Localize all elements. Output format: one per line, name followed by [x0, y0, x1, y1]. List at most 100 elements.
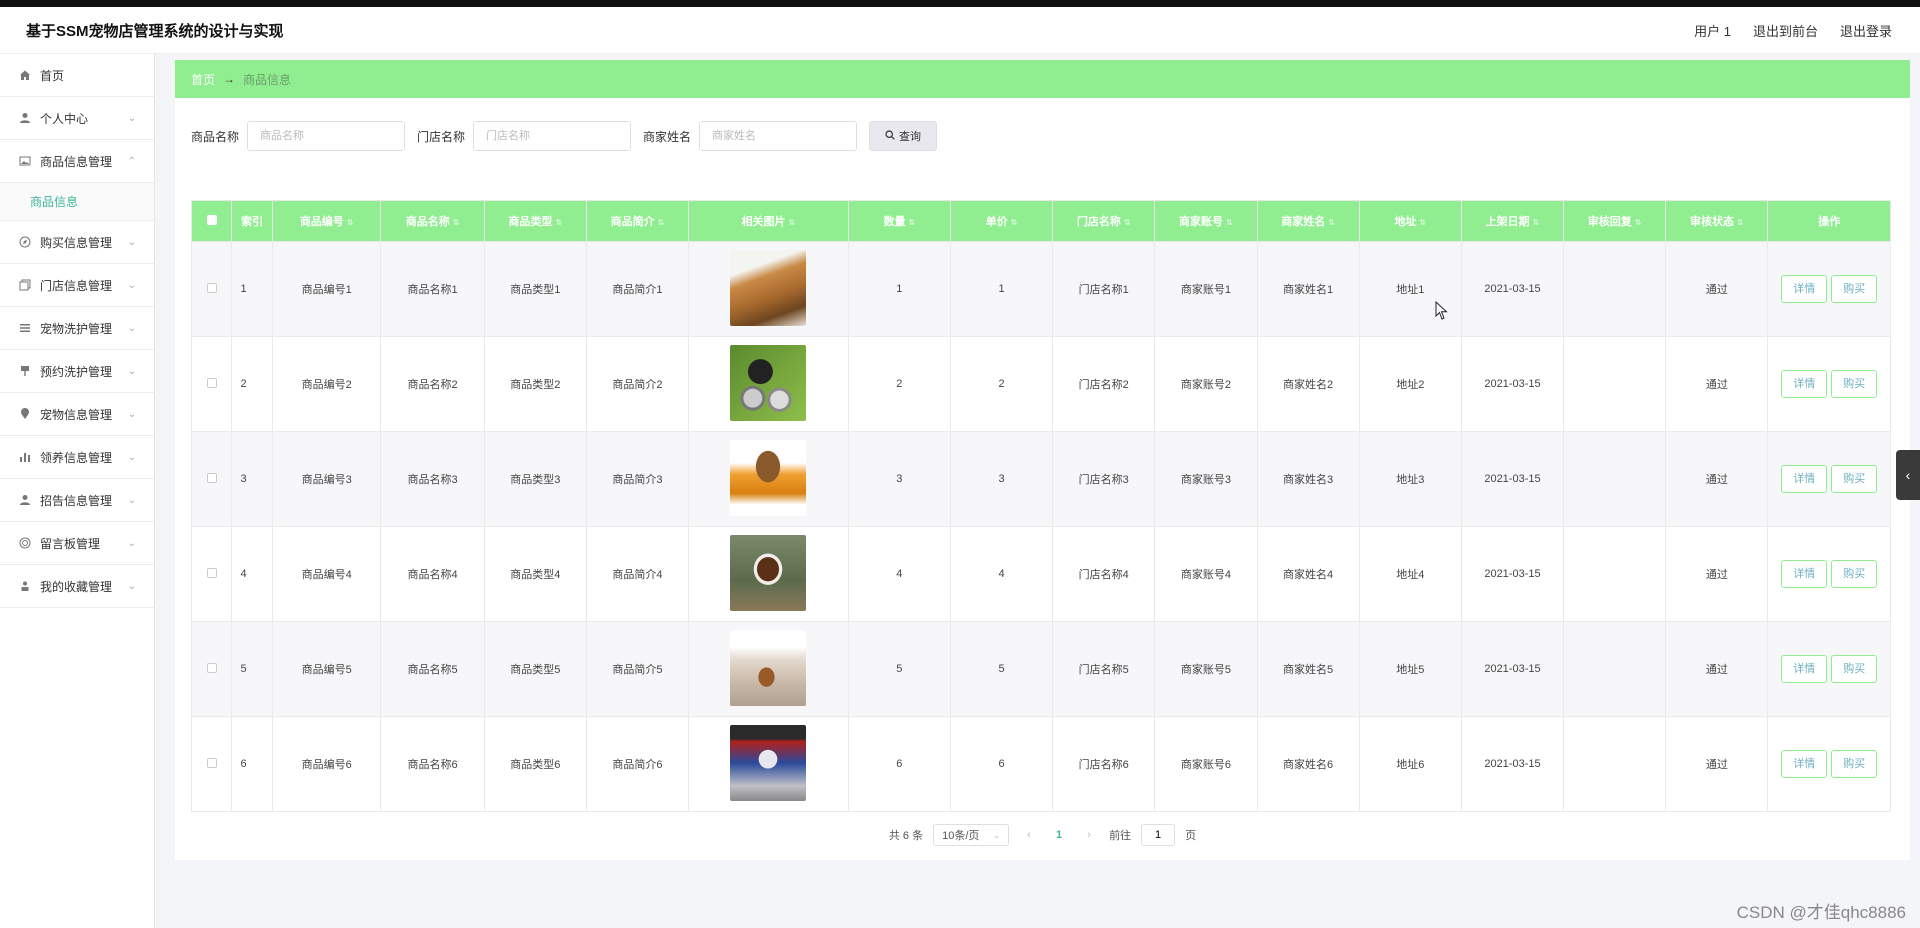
cell-name: 商品名称3: [380, 431, 485, 527]
back-to-front-link[interactable]: 退出到前台: [1753, 21, 1818, 40]
sidebar-item-purchase-management[interactable]: 购买信息管理 ⌄: [0, 221, 154, 264]
collapse-panel-button[interactable]: ‹: [1896, 450, 1920, 500]
sidebar-item-message-board[interactable]: 留言板管理 ⌄: [0, 522, 154, 565]
detail-button[interactable]: 详情: [1781, 275, 1828, 303]
column-header[interactable]: 商品类型 ⇅: [483, 200, 587, 242]
sidebar-item-notice[interactable]: 招告信息管理 ⌄: [0, 479, 154, 522]
cell-qty: 6: [847, 716, 951, 812]
cell-account: 商家账号4: [1154, 526, 1258, 622]
select-all-checkbox[interactable]: [206, 214, 217, 225]
sidebar-item-label: 首页: [40, 68, 65, 83]
sidebar-item-pet-info[interactable]: 宠物信息管理 ⌄: [0, 393, 154, 436]
merchant-name-input[interactable]: [699, 121, 858, 151]
row-checkbox[interactable]: [206, 662, 217, 673]
sort-icon[interactable]: ⇅: [1328, 218, 1335, 227]
row-checkbox[interactable]: [206, 377, 217, 388]
buy-button[interactable]: 购买: [1831, 465, 1878, 493]
sidebar-item-pet-grooming[interactable]: 宠物洗护管理 ⌄: [0, 307, 154, 350]
column-header[interactable]: 审核回复 ⇅: [1563, 200, 1667, 242]
sort-icon[interactable]: ⇅: [453, 218, 460, 227]
chevron-down-icon: ⌄: [127, 236, 136, 248]
table-row: 5 商品编号5 商品名称5 商品类型5 商品简介5 5 5 门店名称5 商家账号…: [190, 621, 1891, 717]
buy-button[interactable]: 购买: [1831, 750, 1878, 778]
app-title: 基于SSM宠物店管理系统的设计与实现: [26, 22, 284, 40]
column-header[interactable]: 商家账号 ⇅: [1154, 200, 1258, 242]
sort-icon[interactable]: ⇅: [1635, 218, 1642, 227]
row-checkbox[interactable]: [206, 472, 217, 483]
image-icon: [18, 154, 32, 168]
sidebar-item-label: 个人中心: [40, 111, 89, 126]
sort-icon[interactable]: ⇅: [1533, 218, 1540, 227]
sort-icon[interactable]: ⇅: [1011, 218, 1018, 227]
sidebar-item-home[interactable]: 首页: [0, 54, 154, 97]
row-checkbox[interactable]: [206, 282, 217, 293]
sort-icon[interactable]: ⇅: [555, 218, 562, 227]
detail-button[interactable]: 详情: [1781, 560, 1828, 588]
detail-button[interactable]: 详情: [1781, 465, 1828, 493]
sort-icon[interactable]: ⇅: [789, 218, 796, 227]
sort-icon[interactable]: ⇅: [1737, 218, 1744, 227]
detail-button[interactable]: 详情: [1781, 370, 1828, 398]
row-checkbox[interactable]: [206, 567, 217, 578]
cell-status: 通过: [1665, 431, 1769, 527]
row-checkbox[interactable]: [206, 757, 217, 768]
sidebar-item-favorites[interactable]: 我的收藏管理 ⌄: [0, 565, 154, 608]
search-button[interactable]: 查询: [869, 121, 938, 151]
buy-button[interactable]: 购买: [1831, 655, 1878, 683]
sort-icon[interactable]: ⇅: [347, 218, 354, 227]
cell-index: 1: [231, 241, 273, 337]
sidebar-item-personal-center[interactable]: 个人中心 ⌄: [0, 97, 154, 140]
sidebar-subitem-product-info[interactable]: 商品信息: [0, 183, 154, 221]
page-number-current[interactable]: 1: [1049, 829, 1069, 841]
detail-button[interactable]: 详情: [1781, 655, 1828, 683]
cell-name: 商品名称4: [380, 526, 485, 622]
cell-code: 商品编号4: [271, 526, 382, 622]
next-page-icon[interactable]: ›: [1079, 829, 1099, 841]
column-header[interactable]: 上架日期 ⇅: [1460, 200, 1565, 242]
sort-icon[interactable]: ⇅: [1124, 218, 1131, 227]
cell-intro: 商品简介6: [585, 716, 690, 812]
buy-button[interactable]: 购买: [1831, 370, 1878, 398]
sidebar-item-grooming-appointment[interactable]: 预约洗护管理 ⌄: [0, 350, 154, 393]
product-photo-toys: [730, 344, 807, 421]
cell-price: 6: [949, 716, 1054, 812]
column-header[interactable]: 数量 ⇅: [847, 200, 951, 242]
sidebar-item-adoption[interactable]: 领养信息管理 ⌄: [0, 436, 154, 479]
sidebar-item-store-management[interactable]: 门店信息管理 ⌄: [0, 264, 154, 307]
copy-icon: [18, 278, 32, 292]
column-header[interactable]: 审核状态 ⇅: [1665, 200, 1769, 242]
store-name-input[interactable]: [473, 121, 632, 151]
column-header[interactable]: 商品名称 ⇅: [380, 200, 485, 242]
sort-icon[interactable]: ⇅: [658, 218, 665, 227]
column-header[interactable]: 商品编号 ⇅: [271, 200, 382, 242]
breadcrumb-home[interactable]: 首页: [191, 71, 215, 88]
cell-type: 商品类型4: [483, 526, 587, 622]
cell-price: 1: [949, 241, 1054, 337]
current-user-link[interactable]: 用户 1: [1694, 21, 1731, 40]
sort-icon[interactable]: ⇅: [908, 218, 915, 227]
sort-icon[interactable]: ⇅: [1226, 218, 1233, 227]
column-header[interactable]: 门店名称 ⇅: [1052, 200, 1156, 242]
sidebar-item-product-management[interactable]: 商品信息管理 ⌃: [0, 140, 154, 183]
column-header[interactable]: 商品简介 ⇅: [585, 200, 690, 242]
column-header[interactable]: 商家姓名 ⇅: [1256, 200, 1360, 242]
buy-button[interactable]: 购买: [1831, 560, 1878, 588]
prev-page-icon[interactable]: ‹: [1019, 829, 1039, 841]
column-header[interactable]: 单价 ⇅: [949, 200, 1054, 242]
cell-name: 商品名称5: [380, 621, 485, 717]
goto-page-input[interactable]: [1141, 824, 1176, 846]
cell-qty: 5: [847, 621, 951, 717]
chevron-down-icon: ⌄: [127, 451, 136, 463]
page-size-select[interactable]: 10条/页 ⌄: [933, 824, 1010, 846]
column-header[interactable]: 地址 ⇅: [1358, 200, 1462, 242]
select-all-header[interactable]: [190, 200, 233, 242]
chevron-down-icon: ⌄: [127, 322, 136, 334]
logout-link[interactable]: 退出登录: [1840, 21, 1892, 40]
cell-reply: [1563, 621, 1667, 717]
column-header[interactable]: 相关图片 ⇅: [688, 200, 849, 242]
buy-button[interactable]: 购买: [1831, 275, 1878, 303]
sort-icon[interactable]: ⇅: [1419, 218, 1426, 227]
detail-button[interactable]: 详情: [1781, 750, 1828, 778]
product-name-input[interactable]: [247, 121, 406, 151]
compass-icon: [18, 235, 32, 249]
